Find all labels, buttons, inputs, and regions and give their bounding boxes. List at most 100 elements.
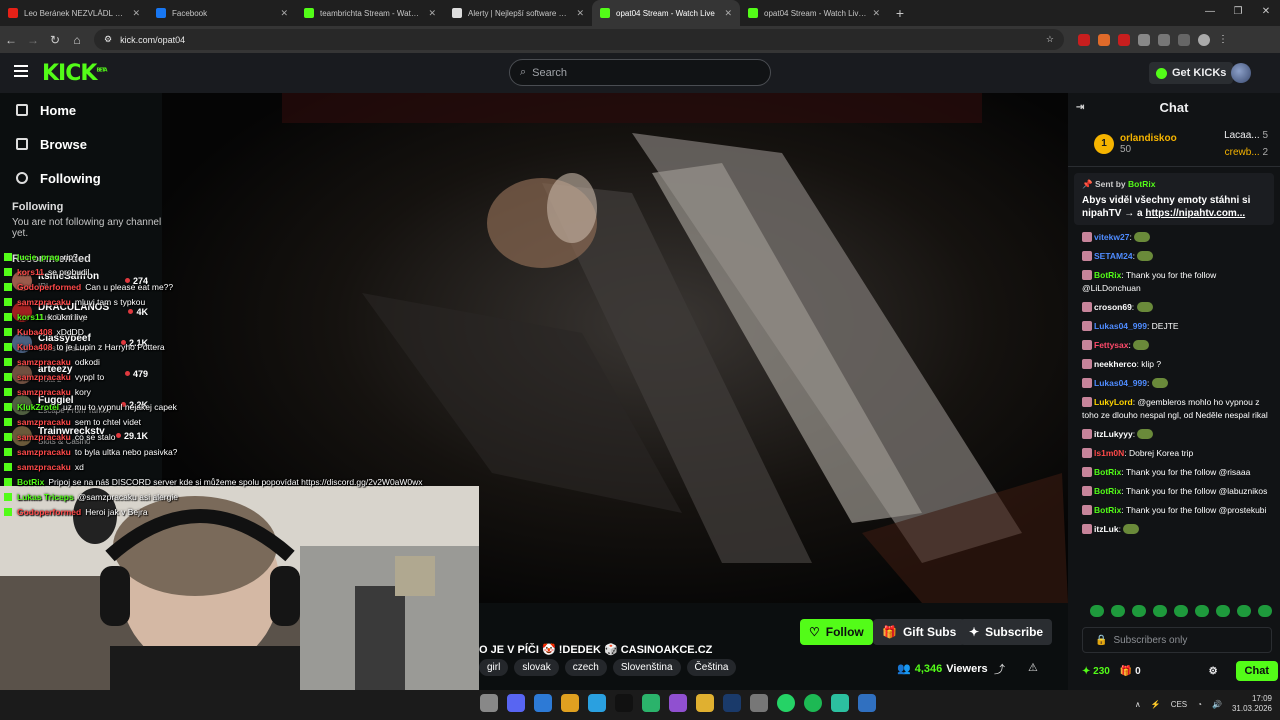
back-button[interactable]: ←: [0, 33, 22, 47]
report-icon[interactable]: ⚠: [1028, 661, 1038, 674]
whatsapp-icon[interactable]: [777, 694, 795, 712]
browser-tab[interactable]: teambrichta Stream - Watch Liv ✕: [296, 0, 444, 26]
emote-icon[interactable]: [1258, 605, 1272, 617]
stream-tag[interactable]: czech: [564, 659, 607, 676]
chat-username[interactable]: neekherco: [1094, 359, 1137, 369]
forward-button[interactable]: →: [22, 33, 44, 47]
get-kicks-button[interactable]: Get KICKs: [1149, 62, 1234, 84]
volume-icon[interactable]: 🔊: [1212, 700, 1222, 709]
close-tab-icon[interactable]: ✕: [872, 8, 880, 19]
site-info-icon[interactable]: ⚙: [104, 34, 112, 45]
app-icon[interactable]: [642, 694, 660, 712]
chat-username[interactable]: vitekw27: [1094, 232, 1129, 242]
maximize-button[interactable]: ❐: [1224, 0, 1252, 26]
channel-points[interactable]: ✦ 230: [1082, 666, 1110, 677]
follow-button[interactable]: ♡ Follow: [800, 619, 873, 645]
app-icon[interactable]: [669, 694, 687, 712]
lang-indicator[interactable]: CES: [1171, 700, 1187, 709]
stream-tag[interactable]: girl: [479, 659, 509, 676]
cast-icon[interactable]: [1178, 33, 1190, 46]
extension-icon[interactable]: [1118, 33, 1130, 46]
sidepanel-icon[interactable]: [1158, 33, 1170, 46]
hamburger-menu-icon[interactable]: [14, 65, 28, 77]
emote-icon[interactable]: [1153, 605, 1167, 617]
sidebar-item-home[interactable]: Home: [0, 93, 162, 127]
close-tab-icon[interactable]: ✕: [724, 8, 732, 19]
emote-icon[interactable]: [1216, 605, 1230, 617]
bookmark-star-icon[interactable]: ☆: [1046, 34, 1054, 45]
close-tab-icon[interactable]: ✕: [576, 8, 584, 19]
reload-button[interactable]: ↻: [44, 33, 66, 47]
app-icon[interactable]: [858, 694, 876, 712]
close-tab-icon[interactable]: ✕: [132, 8, 140, 19]
file-explorer-icon[interactable]: [696, 694, 714, 712]
close-tab-icon[interactable]: ✕: [280, 8, 288, 19]
browser-tab[interactable]: Alerty | Nejlepší software pro v ✕: [444, 0, 592, 26]
stream-tag[interactable]: slovak: [514, 659, 559, 676]
close-window-button[interactable]: ✕: [1252, 0, 1280, 26]
user-avatar[interactable]: [1231, 63, 1251, 83]
profile-avatar[interactable]: [1198, 33, 1210, 46]
emote-icon[interactable]: [1195, 605, 1209, 617]
stream-tag[interactable]: Slovenština: [612, 659, 681, 676]
chat-username[interactable]: Lukas04_999: [1094, 321, 1147, 331]
settings-gear-icon[interactable]: ⚙: [1209, 666, 1218, 677]
chat-username[interactable]: BotRix: [1094, 270, 1121, 280]
subscribe-button[interactable]: ✦ Subscribe: [960, 619, 1053, 645]
steam-icon[interactable]: [723, 694, 741, 712]
pinned-message[interactable]: 📌 Sent by BotRix Abys viděl všechny emot…: [1074, 173, 1274, 225]
discord-icon[interactable]: [507, 694, 525, 712]
search-input[interactable]: ⌕ Search: [509, 59, 771, 86]
browser-tab[interactable]: Leo Beránek NEZVLÁDL Svobo ✕: [0, 0, 148, 26]
chat-username[interactable]: SETAM24: [1094, 251, 1133, 261]
spotify-icon[interactable]: [804, 694, 822, 712]
menu-kebab-icon[interactable]: ⋮: [1218, 34, 1230, 46]
collapse-chat-icon[interactable]: ⇥: [1076, 102, 1084, 113]
chat-username[interactable]: BotRix: [1094, 467, 1121, 477]
telegram-icon[interactable]: [588, 694, 606, 712]
gift-leaderboard[interactable]: 1 orlandiskoo 50 Lacaa... 5 crewb... 2: [1068, 121, 1280, 167]
chat-input[interactable]: 🔒 Subscribers only: [1082, 627, 1272, 653]
emote-icon[interactable]: [1174, 605, 1188, 617]
gift-count[interactable]: 🎁 0: [1120, 666, 1141, 677]
emote-icon[interactable]: [1132, 605, 1146, 617]
clock[interactable]: 17:09 31.03.2026: [1232, 694, 1272, 714]
chat-username[interactable]: Lukas04_999: [1094, 378, 1147, 388]
home-button[interactable]: ⌂: [66, 33, 88, 47]
chevron-up-icon[interactable]: ∧: [1135, 700, 1141, 709]
app-icon[interactable]: [831, 694, 849, 712]
browser-tab[interactable]: Facebook ✕: [148, 0, 296, 26]
minimize-button[interactable]: —: [1196, 0, 1224, 26]
stream-tag[interactable]: Čeština: [686, 659, 737, 676]
pinned-link[interactable]: https://nipahtv.com...: [1145, 208, 1245, 219]
chat-username[interactable]: itzLuk: [1094, 524, 1119, 534]
share-icon[interactable]: ⤴: [994, 661, 1005, 677]
emote-icon[interactable]: [1111, 605, 1125, 617]
send-chat-button[interactable]: Chat: [1235, 661, 1278, 681]
chat-username[interactable]: LukyLord: [1094, 397, 1133, 407]
chat-username[interactable]: Fettysax: [1094, 340, 1129, 350]
emote-icon[interactable]: [1237, 605, 1251, 617]
taskview-icon[interactable]: [480, 694, 498, 712]
emote-icon[interactable]: [1090, 605, 1104, 617]
chat-username[interactable]: BotRix: [1094, 505, 1121, 515]
chrome-icon[interactable]: [561, 694, 579, 712]
extension-icon[interactable]: [1098, 33, 1110, 46]
chat-username[interactable]: croson69: [1094, 302, 1132, 312]
browser-tab[interactable]: opat04 Stream - Watch Live on ✕: [740, 0, 888, 26]
new-tab-button[interactable]: +: [888, 5, 912, 21]
gift-subs-button[interactable]: 🎁 Gift Subs: [873, 619, 966, 645]
address-bar[interactable]: ⚙ kick.com/opat04 ☆: [94, 29, 1064, 50]
wifi-icon[interactable]: ◔: [1197, 700, 1202, 709]
settings-icon[interactable]: [750, 694, 768, 712]
chat-username[interactable]: BotRix: [1094, 486, 1121, 496]
sidebar-item-following[interactable]: Following: [0, 161, 162, 195]
sidebar-item-browse[interactable]: Browse: [0, 127, 162, 161]
capcut-icon[interactable]: [615, 694, 633, 712]
edge-icon[interactable]: [534, 694, 552, 712]
chat-username[interactable]: itzLukyyy: [1094, 429, 1133, 439]
chat-username[interactable]: ls1m0N: [1094, 448, 1124, 458]
extension-icon[interactable]: [1078, 33, 1090, 46]
kick-logo[interactable]: KICKBETA: [42, 61, 108, 86]
close-tab-icon[interactable]: ✕: [428, 8, 436, 19]
